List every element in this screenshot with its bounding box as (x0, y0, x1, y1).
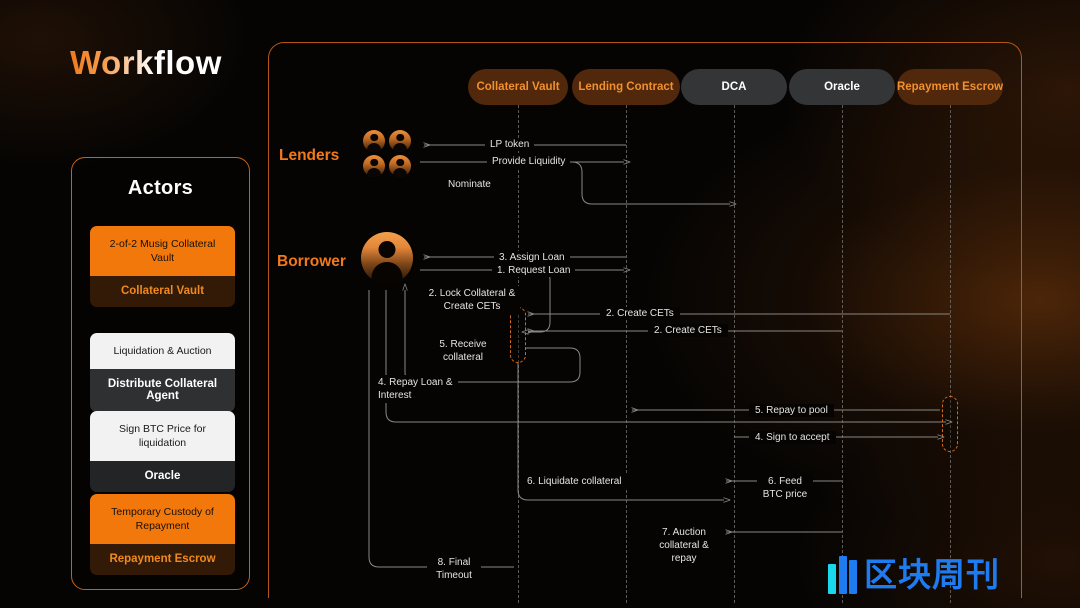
lender-avatar-icon (389, 130, 411, 152)
actor-name: Repayment Escrow (90, 544, 235, 575)
role-label-lenders: Lenders (279, 147, 340, 164)
lifeline-header-lending-contract[interactable]: Lending Contract (572, 69, 680, 105)
lifeline-header-collateral-vault[interactable]: Collateral Vault (468, 69, 568, 105)
message-label-create-cets-2: 2. Create CETs (648, 324, 728, 337)
message-label-request-loan: 1. Request Loan (492, 264, 576, 277)
lifeline-dca (734, 105, 735, 603)
lifeline-header-label: Oracle (824, 81, 860, 93)
message-label-liquidate-collateral: 6. Liquidate collateral (521, 475, 628, 488)
message-label-auction-collateral: 7. Auction collateral & repay (655, 525, 713, 566)
actor-name: Distribute Collateral Agent (90, 369, 235, 412)
message-label-sign-to-accept: 4. Sign to accept (749, 431, 836, 444)
actor-card-repayment-escrow[interactable]: Temporary Custody of Repayment Repayment… (90, 494, 235, 575)
watermark-logo-icon (828, 556, 857, 594)
actor-description: 2-of-2 Musig Collateral Vault (90, 226, 235, 276)
message-label-repay-to-pool: 5. Repay to pool (749, 404, 834, 417)
actor-card-distribute-collateral-agent[interactable]: Liquidation & Auction Distribute Collate… (90, 333, 235, 412)
watermark-text: 区块周刊 (864, 555, 1000, 594)
message-label-lock-collateral: 2. Lock Collateral & Create CETs (424, 286, 520, 314)
lifeline-repayment-escrow (950, 105, 951, 603)
lifeline-header-dca[interactable]: DCA (681, 69, 787, 105)
lender-avatar-icon (363, 130, 385, 152)
lifeline-header-label: Collateral Vault (476, 81, 560, 93)
role-label-borrower: Borrower (277, 253, 346, 270)
actor-description: Sign BTC Price for liquidation (90, 411, 235, 461)
lifeline-header-label: Repayment Escrow (896, 81, 1004, 93)
actor-description: Temporary Custody of Repayment (90, 494, 235, 544)
message-label-assign-loan: 3. Assign Loan (494, 251, 570, 264)
page-title: Workflow (70, 44, 222, 81)
message-label-receive-collateral: 5. Receive collateral (426, 337, 500, 365)
lifeline-header-repayment-escrow[interactable]: Repayment Escrow (897, 69, 1003, 105)
actors-panel-heading: Actors (127, 177, 194, 199)
lifeline-lending-contract (626, 105, 627, 603)
watermark: 区块周刊 (828, 556, 1000, 594)
activation-collateral-vault (510, 307, 526, 363)
actor-name: Oracle (90, 461, 235, 492)
actors-panel: Actors 2-of-2 Musig Collateral Vault Col… (71, 157, 250, 590)
actor-name: Collateral Vault (90, 276, 235, 307)
lifeline-header-label: DCA (721, 81, 747, 93)
message-label-repay-loan: 4. Repay Loan & Interest (374, 375, 458, 403)
borrower-avatar-icon (361, 232, 413, 284)
lifeline-oracle (842, 105, 843, 603)
message-label-create-cets-1: 2. Create CETs (600, 307, 680, 320)
lifeline-header-oracle[interactable]: Oracle (789, 69, 895, 105)
lender-avatar-icon (363, 155, 385, 177)
actor-card-oracle[interactable]: Sign BTC Price for liquidation Oracle (90, 411, 235, 492)
actor-card-collateral-vault[interactable]: 2-of-2 Musig Collateral Vault Collateral… (90, 226, 235, 307)
sequence-diagram-panel (268, 42, 1022, 598)
workflow-slide: Workflow Actors 2-of-2 Musig Collateral … (0, 0, 1080, 608)
lender-avatar-icon (389, 155, 411, 177)
message-label-provide-liquidity: Provide Liquidity (487, 155, 571, 168)
actor-description: Liquidation & Auction (90, 333, 235, 369)
message-label-final-timeout: 8. Final Timeout (427, 555, 481, 583)
message-label-feed-btc-price: 6. Feed BTC price (757, 474, 813, 502)
lifeline-header-label: Lending Contract (578, 81, 674, 93)
activation-repayment-escrow (942, 396, 958, 452)
message-label-nominate: Nominate (443, 178, 496, 191)
message-label-lp-token: LP token (485, 138, 535, 151)
